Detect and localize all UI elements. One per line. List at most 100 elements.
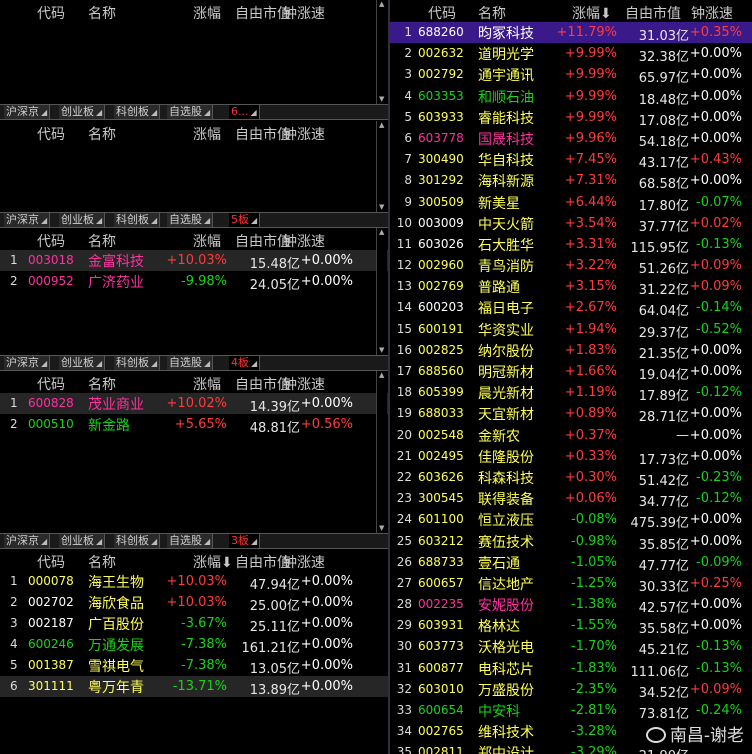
table-row[interactable]: 27 600657 信达地产 -1.25% 30.33亿 +0.25% [390, 573, 752, 595]
header-name[interactable]: 名称 [88, 124, 116, 144]
tab-star[interactable]: 科创板 ◢ [114, 105, 161, 119]
tab-watchlist[interactable]: 自选股 ◢ [167, 356, 214, 370]
header-change[interactable]: 涨幅⬇ [193, 552, 233, 572]
scroll-up-icon[interactable]: ▲ [379, 121, 384, 129]
header-code[interactable]: 代码 [428, 3, 456, 23]
scroll-down-icon[interactable]: ▼ [379, 95, 384, 103]
vertical-scrollbar[interactable]: ▲ ▼ [376, 0, 387, 104]
scroll-up-icon[interactable]: ▲ [379, 228, 384, 236]
table-row[interactable]: 1 003018 金富科技 +10.03% 15.48亿 +0.00% [0, 250, 388, 272]
tab-gem[interactable]: 创业板 ◢ [59, 105, 106, 119]
tab-market[interactable]: 沪深京 ◢ [4, 534, 51, 548]
table-row[interactable]: 18 605399 晨光新材 +1.19% 17.89亿 -0.12% [390, 382, 752, 404]
tab-active-board[interactable]: 6... ◢ [229, 105, 260, 119]
scroll-up-icon[interactable]: ▲ [379, 0, 384, 8]
header-name[interactable]: 名称 [88, 374, 116, 394]
tab-gem[interactable]: 创业板 ◢ [59, 534, 106, 548]
header-name[interactable]: 名称 [88, 231, 116, 251]
header-change[interactable]: 涨幅 [193, 3, 221, 23]
tab-gem[interactable]: 创业板 ◢ [59, 356, 106, 370]
table-row[interactable]: 21 002495 佳隆股份 +0.33% 17.73亿 +0.00% [390, 446, 752, 468]
table-row[interactable]: 24 601100 恒立液压 -0.08% 475.39亿 +0.00% [390, 509, 752, 531]
header-free-cap[interactable]: 自由市值 [625, 3, 681, 23]
scroll-down-icon[interactable]: ▼ [379, 203, 384, 211]
header-speed[interactable]: 钟涨速 [283, 3, 325, 23]
table-row[interactable]: 11 603026 石大胜华 +3.31% 115.95亿 -0.13% [390, 234, 752, 256]
tab-star[interactable]: 科创板 ◢ [114, 534, 161, 548]
table-row[interactable]: 22 603626 科森科技 +0.30% 51.42亿 -0.23% [390, 467, 752, 489]
tab-watchlist[interactable]: 自选股 ◢ [167, 213, 214, 227]
tab-watchlist[interactable]: 自选股 ◢ [167, 534, 214, 548]
table-row[interactable]: 5 603933 睿能科技 +9.99% 17.08亿 +0.00% [390, 107, 752, 129]
tab-gem[interactable]: 创业板 ◢ [59, 213, 106, 227]
table-row[interactable]: 10 003009 中天火箭 +3.54% 37.77亿 +0.02% [390, 213, 752, 235]
header-change[interactable]: 涨幅 [193, 124, 221, 144]
table-row[interactable]: 5 001387 雪祺电气 -7.38% 13.05亿 +0.00% [0, 655, 388, 677]
header-code[interactable]: 代码 [37, 124, 65, 144]
table-row[interactable]: 16 002825 纳尔股份 +1.83% 21.35亿 +0.00% [390, 340, 752, 362]
table-row[interactable]: 19 688033 天宜新材 +0.89% 28.71亿 +0.00% [390, 403, 752, 425]
header-change[interactable]: 涨幅 [193, 231, 221, 251]
tab-active-board[interactable]: 3板 ◢ [229, 534, 261, 548]
tab-star[interactable]: 科创板 ◢ [114, 213, 161, 227]
header-code[interactable]: 代码 [37, 3, 65, 23]
table-row[interactable]: 15 600191 华资实业 +1.94% 29.37亿 -0.52% [390, 319, 752, 341]
table-row[interactable]: 13 002769 普路通 +3.15% 31.22亿 +0.09% [390, 276, 752, 298]
tab-active-board[interactable]: 5板 ◢ [229, 213, 261, 227]
tab-active-board[interactable]: 4板 ◢ [229, 356, 261, 370]
header-name[interactable]: 名称 [88, 552, 116, 572]
header-speed[interactable]: 钟涨速 [283, 231, 325, 251]
table-row[interactable]: 2 002702 海欣食品 +10.03% 25.00亿 +0.00% [0, 592, 388, 614]
header-code[interactable]: 代码 [37, 374, 65, 394]
header-speed[interactable]: 钟涨速 [283, 124, 325, 144]
header-name[interactable]: 名称 [478, 3, 506, 23]
table-row[interactable]: 4 600246 万通发展 -7.38% 161.21亿 +0.00% [0, 634, 388, 656]
table-row[interactable]: 20 002548 金新农 +0.37% — +0.00% [390, 425, 752, 446]
table-row[interactable]: 4 603353 和顺石油 +9.99% 18.48亿 +0.00% [390, 86, 752, 108]
table-row[interactable]: 1 600828 茂业商业 +10.02% 14.39亿 +0.00% [0, 393, 388, 415]
table-row[interactable]: 7 300490 华自科技 +7.45% 43.17亿 +0.43% [390, 149, 752, 171]
table-row[interactable]: 26 688733 壹石通 -1.05% 47.77亿 -0.09% [390, 552, 752, 574]
table-row[interactable]: 3 002792 通宇通讯 +9.99% 65.97亿 +0.00% [390, 64, 752, 86]
vertical-scrollbar[interactable]: ▲ ▼ [376, 121, 387, 212]
table-row[interactable]: 29 603931 格林达 -1.55% 35.58亿 +0.00% [390, 615, 752, 637]
header-change[interactable]: 涨幅 [193, 374, 221, 394]
table-row[interactable]: 8 301292 海科新源 +7.31% 68.58亿 +0.00% [390, 170, 752, 192]
tab-market[interactable]: 沪深京 ◢ [4, 213, 51, 227]
table-row[interactable]: 23 300545 联得装备 +0.06% 34.77亿 -0.12% [390, 488, 752, 510]
tab-market[interactable]: 沪深京 ◢ [4, 105, 51, 119]
tab-watchlist[interactable]: 自选股 ◢ [167, 105, 214, 119]
table-row[interactable]: 9 300509 新美星 +6.44% 17.80亿 -0.07% [390, 192, 752, 214]
table-row[interactable]: 30 603773 沃格光电 -1.70% 45.21亿 -0.13% [390, 636, 752, 658]
table-row[interactable]: 33 600654 中安科 -2.81% 73.81亿 -0.24% [390, 700, 752, 722]
table-row[interactable]: 2 000510 新金路 +5.65% 48.81亿 +0.56% [0, 414, 388, 436]
table-row[interactable]: 32 603010 万盛股份 -2.35% 34.52亿 +0.09% [390, 679, 752, 701]
vertical-scrollbar[interactable]: ▲ ▼ [376, 371, 387, 533]
header-speed[interactable]: 钟涨速 [283, 552, 325, 572]
table-row[interactable]: 28 002235 安妮股份 -1.38% 42.57亿 +0.00% [390, 594, 752, 616]
table-row[interactable]: 31 600877 电科芯片 -1.83% 111.06亿 -0.13% [390, 658, 752, 680]
table-row[interactable]: 6 301111 粤万年青 -13.71% 13.89亿 +0.00% [0, 676, 388, 698]
vertical-scrollbar[interactable]: ▲ ▼ [376, 228, 387, 355]
header-code[interactable]: 代码 [37, 552, 65, 572]
table-row[interactable]: 12 002960 青鸟消防 +3.22% 51.26亿 +0.09% [390, 255, 752, 277]
table-row[interactable]: 3 002187 广百股份 -3.67% 25.11亿 +0.00% [0, 613, 388, 635]
table-row[interactable]: 2 002632 道明光学 +9.99% 32.38亿 +0.00% [390, 43, 752, 65]
table-row[interactable]: 1 000078 海王生物 +10.03% 47.94亿 +0.00% [0, 571, 388, 593]
scroll-up-icon[interactable]: ▲ [379, 371, 384, 379]
table-row[interactable]: 2 000952 广济药业 -9.98% 24.05亿 +0.00% [0, 271, 388, 293]
header-code[interactable]: 代码 [37, 231, 65, 251]
table-row[interactable]: 14 600203 福日电子 +2.67% 64.04亿 -0.14% [390, 297, 752, 319]
scroll-down-icon[interactable]: ▼ [379, 346, 384, 354]
table-row[interactable]: 1 688260 昀冢科技 +11.79% 31.03亿 +0.35% [390, 22, 752, 44]
header-speed[interactable]: 钟涨速 [691, 3, 733, 23]
scroll-down-icon[interactable]: ▼ [379, 524, 384, 532]
table-row[interactable]: 6 603778 国晟科技 +9.96% 54.18亿 +0.00% [390, 128, 752, 150]
tab-star[interactable]: 科创板 ◢ [114, 356, 161, 370]
table-row[interactable]: 25 603212 赛伍技术 -0.98% 35.85亿 +0.00% [390, 531, 752, 553]
header-speed[interactable]: 钟涨速 [283, 374, 325, 394]
table-row[interactable]: 17 688560 明冠新材 +1.66% 19.04亿 +0.00% [390, 361, 752, 383]
tab-market[interactable]: 沪深京 ◢ [4, 356, 51, 370]
header-change-sorted[interactable]: 涨幅⬇ [572, 3, 612, 23]
header-name[interactable]: 名称 [88, 3, 116, 23]
